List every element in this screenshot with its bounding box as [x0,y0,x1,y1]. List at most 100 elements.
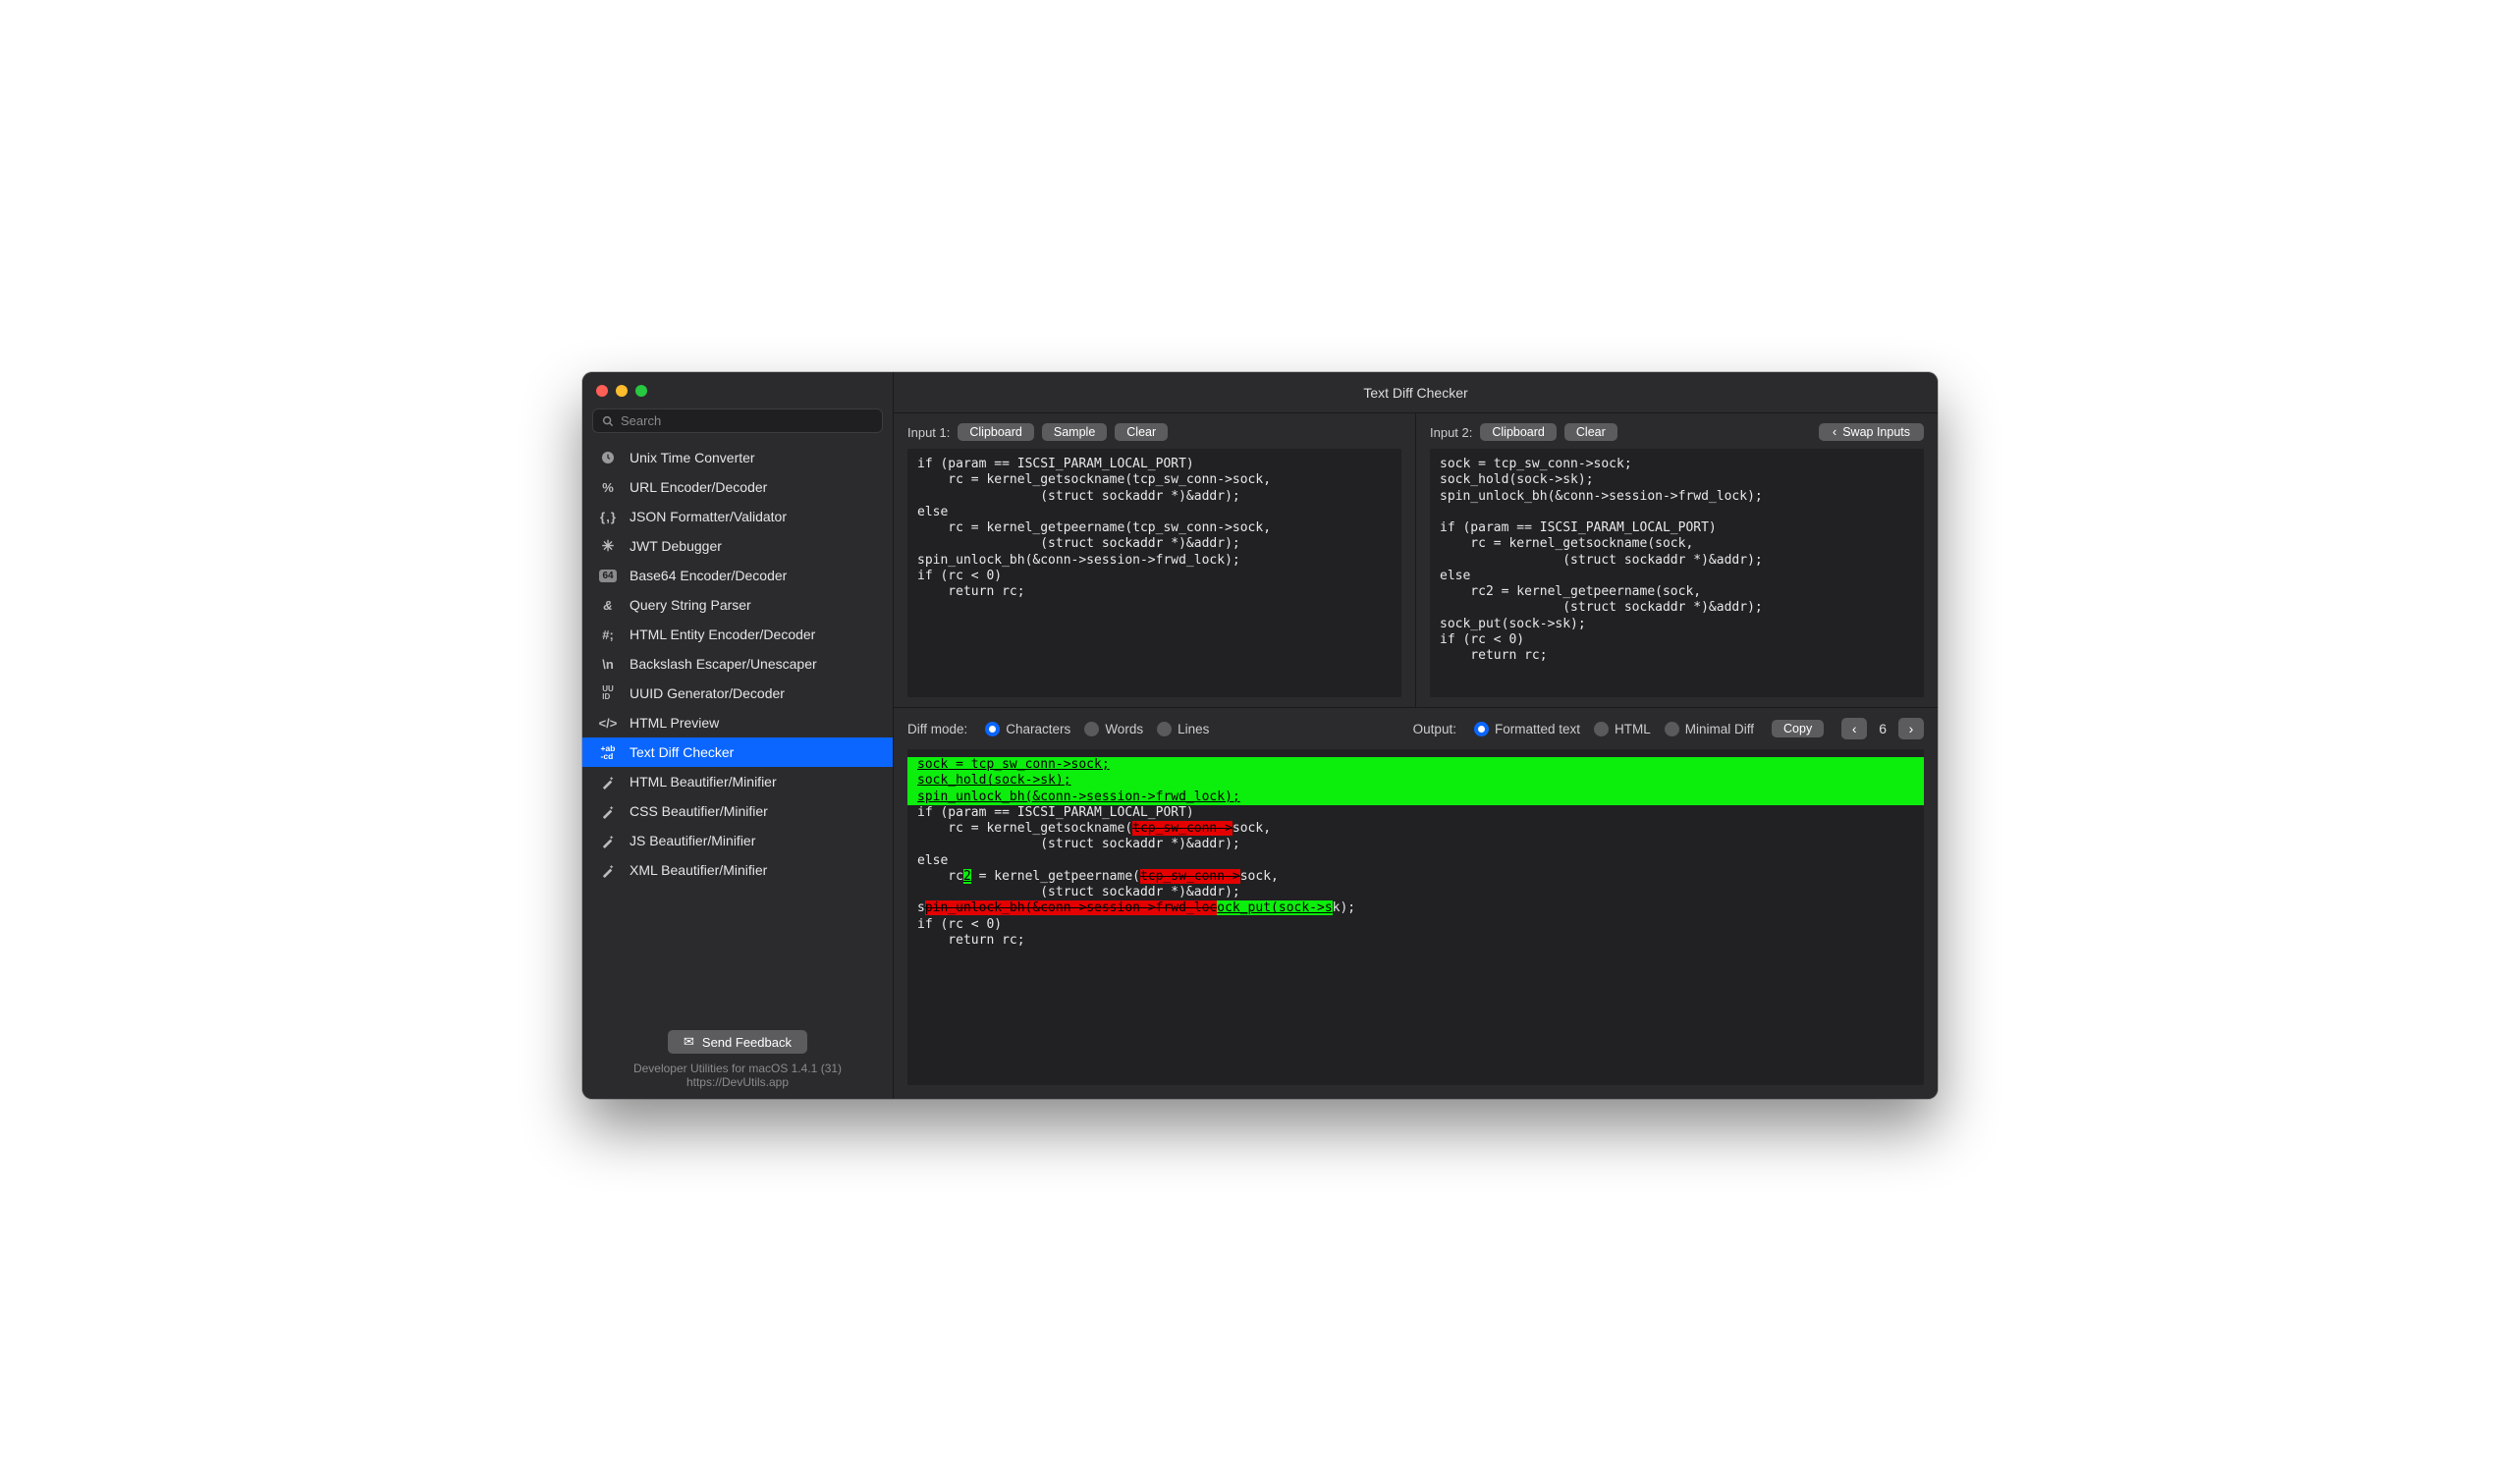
sidebar-item-js-beautifier-minifier[interactable]: JS Beautifier/Minifier [582,826,893,855]
diff-line: return rc; [907,933,1924,949]
diff-line: if (param == ISCSI_PARAM_LOCAL_PORT) [907,805,1924,821]
diff-removed: pin_unlock_bh(&conn->session->frwd_loc [925,900,1217,915]
sidebar-item-html-preview[interactable]: </> HTML Preview [582,708,893,737]
radio-icon [1594,722,1609,736]
minimize-window-button[interactable] [616,385,628,397]
sidebar-item-label: Query String Parser [630,597,751,613]
main: Text Diff Checker Input 1: Clipboard Sam… [894,372,1938,1099]
radio-icon [1665,722,1679,736]
input-1-panel: Input 1: Clipboard Sample Clear if (para… [894,413,1415,707]
radio-label: Minimal Diff [1685,722,1754,736]
sidebar-item-url-encoder-decoder[interactable]: %URL Encoder/Decoder [582,472,893,502]
diff-removed: tcp_sw_conn-> [1140,869,1240,884]
output-radio-minimal-diff[interactable]: Minimal Diff [1665,722,1754,736]
braces-icon: { , } [598,507,618,526]
sidebar-item-text-diff-checker[interactable]: +ab-cdText Diff Checker [582,737,893,767]
sidebar-item-label: HTML Preview [630,715,719,731]
diff-output[interactable]: sock = tcp_sw_conn->sock;sock_hold(sock-… [907,749,1924,1085]
sidebar-item-base64-encoder-decoder[interactable]: 64Base64 Encoder/Decoder [582,561,893,590]
wand-icon [598,860,618,880]
output-radio-html[interactable]: HTML [1594,722,1651,736]
radio-label: Characters [1006,722,1070,736]
diff-next-button[interactable]: › [1898,718,1924,739]
sidebar-item-label: JWT Debugger [630,538,722,554]
diff-icon: +ab-cd [598,742,618,762]
diff-mode-radio-lines[interactable]: Lines [1157,722,1209,736]
sidebar-item-label: CSS Beautifier/Minifier [630,803,768,819]
jwt-icon: ✳︎ [598,536,618,556]
diff-line: rc2 = kernel_getpeername(tcp_sw_conn->so… [907,869,1924,885]
sidebar-item-label: JSON Formatter/Validator [630,509,787,524]
diff-added: ock_put(sock->s [1217,900,1332,915]
radio-icon [1474,722,1489,736]
input-2-clear-button[interactable]: Clear [1564,423,1617,441]
diff-line: (struct sockaddr *)&addr); [907,837,1924,852]
input-1-clear-button[interactable]: Clear [1115,423,1168,441]
sidebar-item-xml-beautifier-minifier[interactable]: XML Beautifier/Minifier [582,855,893,885]
b64-icon: 64 [598,566,618,585]
sidebar-item-json-formatter-validator[interactable]: { , } JSON Formatter/Validator [582,502,893,531]
diff-mode-radio-words[interactable]: Words [1084,722,1143,736]
search-icon [601,414,615,428]
wand-icon [598,831,618,850]
input-2-label: Input 2: [1430,425,1472,440]
diff-line: (struct sockaddr *)&addr); [907,885,1924,900]
sidebar-item-html-beautifier-minifier[interactable]: HTML Beautifier/Minifier [582,767,893,796]
wand-icon [598,772,618,791]
wand-icon [598,801,618,821]
input-1-clipboard-button[interactable]: Clipboard [958,423,1034,441]
sidebar-item-html-entity-encoder-decoder[interactable]: #;HTML Entity Encoder/Decoder [582,620,893,649]
swap-label: Swap Inputs [1842,425,1910,439]
radio-icon [985,722,1000,736]
input-1-textarea[interactable]: if (param == ISCSI_PARAM_LOCAL_PORT) rc … [907,449,1401,697]
input-2-clipboard-button[interactable]: Clipboard [1480,423,1557,441]
diff-line: else [907,853,1924,869]
radio-icon [1084,722,1099,736]
search-input-wrap[interactable] [592,409,883,433]
sidebar-item-label: HTML Beautifier/Minifier [630,774,777,790]
clock-icon [598,448,618,467]
input-row: Input 1: Clipboard Sample Clear if (para… [894,413,1938,708]
radio-label: HTML [1615,722,1651,736]
input-2-textarea[interactable]: sock = tcp_sw_conn->sock; sock_hold(sock… [1430,449,1924,697]
radio-label: Lines [1178,722,1209,736]
input-1-sample-button[interactable]: Sample [1042,423,1107,441]
input-1-label: Input 1: [907,425,950,440]
diff-prev-button[interactable]: ‹ [1841,718,1867,739]
close-window-button[interactable] [596,385,608,397]
input-2-panel: Input 2: Clipboard Clear ‹ Swap Inputs s… [1415,413,1938,707]
copy-button[interactable]: Copy [1772,720,1824,737]
sidebar-item-label: JS Beautifier/Minifier [630,833,755,848]
tags-icon: </> [598,713,618,733]
diff-mode-label: Diff mode: [907,722,967,736]
chevron-right-icon: › [1909,721,1914,736]
sidebar-item-jwt-debugger[interactable]: ✳︎ JWT Debugger [582,531,893,561]
feedback-label: Send Feedback [702,1035,792,1050]
sidebar-item-unix-time-converter[interactable]: Unix Time Converter [582,443,893,472]
chevron-left-icon: ‹ [1833,425,1836,439]
amp-icon: & [598,595,618,615]
sidebar-item-query-string-parser[interactable]: &Query String Parser [582,590,893,620]
page-title: Text Diff Checker [1363,385,1467,401]
app-window: Unix Time Converter%URL Encoder/Decoder{… [582,372,1938,1099]
sidebar-item-uuid-generator-decoder[interactable]: UUIDUUID Generator/Decoder [582,679,893,708]
window-controls [582,372,893,405]
title-bar: Text Diff Checker [894,372,1938,413]
diff-line: sock_hold(sock->sk); [907,773,1924,789]
output-radio-formatted-text[interactable]: Formatted text [1474,722,1580,736]
footer-line-1: Developer Utilities for macOS 1.4.1 (31) [592,1062,883,1075]
sidebar-footer: ✉ Send Feedback Developer Utilities for … [582,1020,893,1099]
diff-mode-radio-characters[interactable]: Characters [985,722,1070,736]
sidebar: Unix Time Converter%URL Encoder/Decoder{… [582,372,894,1099]
search-input[interactable] [621,413,874,428]
sidebar-item-backslash-escaper-unescaper[interactable]: \nBackslash Escaper/Unescaper [582,649,893,679]
zoom-window-button[interactable] [635,385,647,397]
sidebar-item-css-beautifier-minifier[interactable]: CSS Beautifier/Minifier [582,796,893,826]
radio-icon [1157,722,1172,736]
swap-inputs-button[interactable]: ‹ Swap Inputs [1819,423,1924,441]
send-feedback-button[interactable]: ✉ Send Feedback [668,1030,807,1054]
diff-count: 6 [1873,721,1892,736]
sidebar-item-label: HTML Entity Encoder/Decoder [630,627,815,642]
diff-line: sock = tcp_sw_conn->sock; [907,757,1924,773]
mail-icon: ✉ [684,1034,694,1050]
